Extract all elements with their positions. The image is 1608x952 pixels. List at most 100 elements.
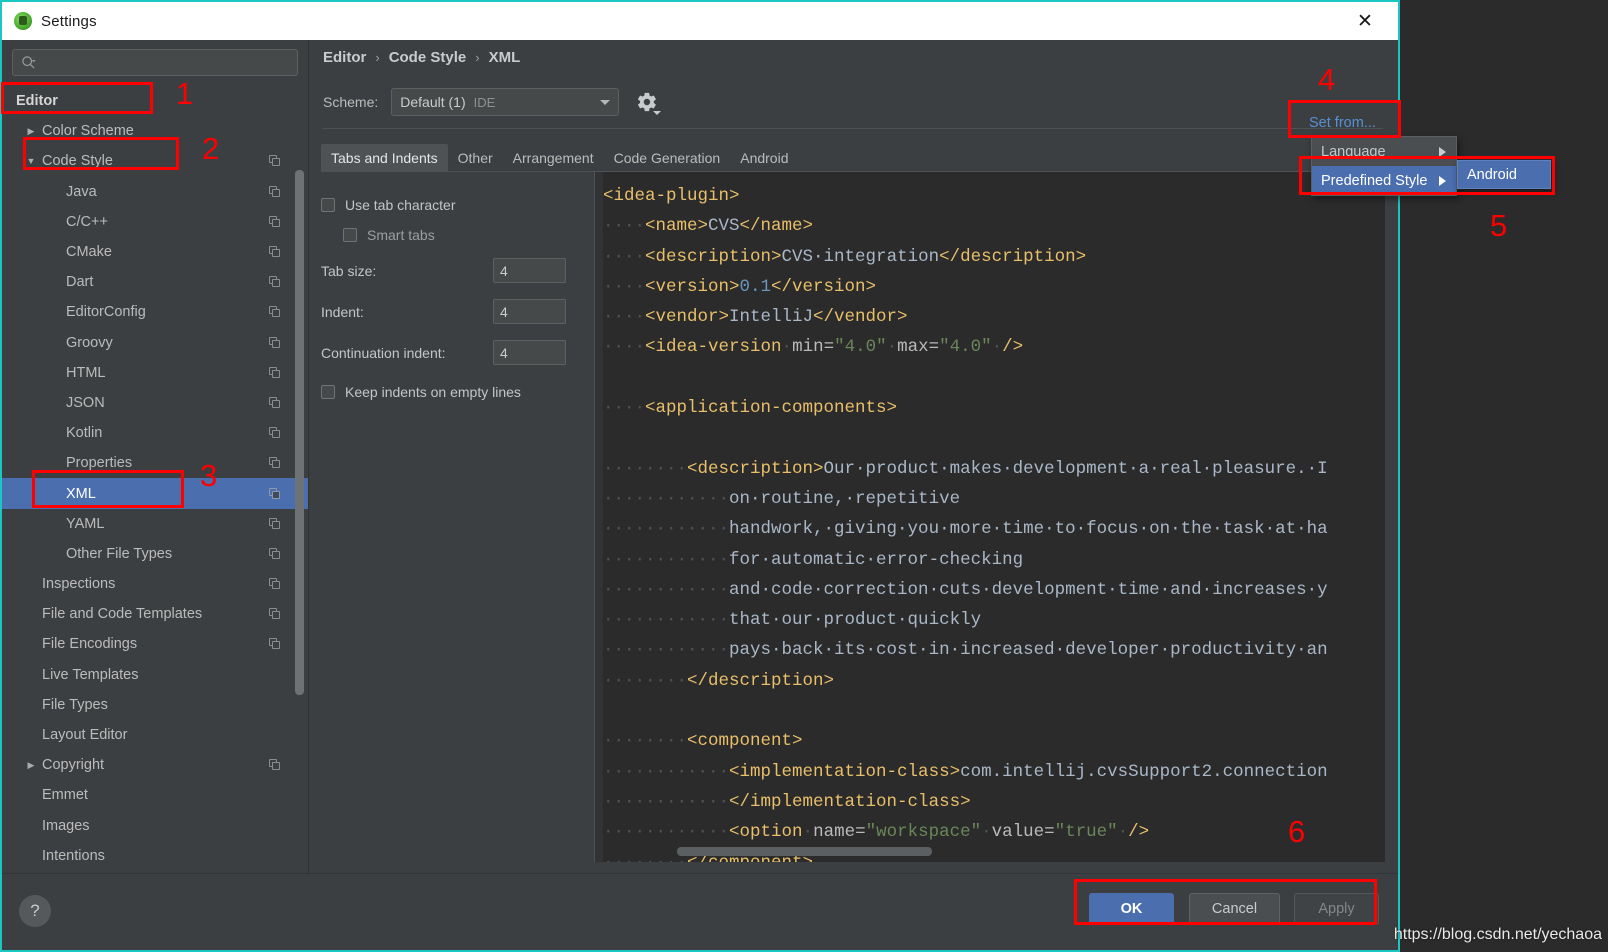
code-token: · bbox=[886, 337, 898, 358]
code-token: </vendor> bbox=[813, 307, 908, 328]
set-from-link[interactable]: Set from... bbox=[1303, 111, 1382, 135]
chevron-down-icon[interactable]: ▼ bbox=[24, 156, 38, 166]
sidebar-item-file-types[interactable]: File Types bbox=[2, 690, 308, 720]
sidebar-item-code-style[interactable]: ▼ Code Style bbox=[2, 146, 308, 176]
tab-arrangement[interactable]: Arrangement bbox=[503, 144, 604, 171]
sidebar-item-c-c[interactable]: C/C++ bbox=[2, 207, 308, 237]
copy-settings-icon[interactable] bbox=[269, 608, 282, 620]
tab-android[interactable]: Android bbox=[730, 144, 798, 171]
sidebar-item-layout-editor[interactable]: Layout Editor bbox=[2, 720, 308, 750]
copy-settings-icon[interactable] bbox=[269, 487, 282, 500]
chevron-right-icon[interactable]: ▶ bbox=[24, 126, 38, 137]
copy-settings-icon[interactable] bbox=[269, 427, 282, 439]
code-token: ···· bbox=[603, 276, 646, 297]
continuation-indent-input[interactable] bbox=[493, 340, 566, 365]
code-token: on·routine,·repetitive bbox=[729, 488, 961, 509]
android-studio-icon bbox=[14, 12, 32, 30]
tab-code-generation[interactable]: Code Generation bbox=[604, 144, 731, 171]
sidebar-item-label: XML bbox=[66, 485, 96, 502]
set-from-popup-menu: Language Predefined Style bbox=[1311, 136, 1457, 196]
cancel-button[interactable]: Cancel bbox=[1189, 893, 1280, 925]
sidebar-item-intentions[interactable]: Intentions bbox=[2, 841, 308, 871]
sidebar-item-file-encodings[interactable]: File Encodings bbox=[2, 629, 308, 659]
preview-horizontal-scrollbar[interactable] bbox=[677, 847, 932, 856]
sidebar-item-editor[interactable]: Editor bbox=[2, 86, 308, 116]
copy-settings-icon[interactable] bbox=[269, 366, 282, 379]
copy-settings-icon[interactable] bbox=[269, 396, 282, 409]
copy-settings-icon[interactable] bbox=[269, 457, 282, 469]
sidebar-item-images[interactable]: Images bbox=[2, 811, 308, 841]
copy-settings-icon[interactable] bbox=[269, 215, 282, 228]
indent-input[interactable] bbox=[493, 299, 566, 324]
scheme-select[interactable]: Default (1) IDE bbox=[391, 88, 620, 116]
sidebar-item-java[interactable]: Java bbox=[2, 177, 308, 207]
sidebar-item-cmake[interactable]: CMake bbox=[2, 237, 308, 267]
keep-indents-checkbox[interactable] bbox=[321, 385, 335, 399]
sidebar-item-dart[interactable]: Dart bbox=[2, 267, 308, 297]
search-input[interactable] bbox=[41, 55, 271, 70]
sidebar-item-other-file-types[interactable]: Other File Types bbox=[2, 539, 308, 569]
copy-settings-icon[interactable] bbox=[269, 246, 282, 258]
copy-settings-icon[interactable] bbox=[269, 155, 282, 167]
tab-tabs-and-indents[interactable]: Tabs and Indents bbox=[321, 144, 448, 171]
code-token: "true" bbox=[1054, 822, 1118, 843]
code-token: ···· bbox=[603, 398, 646, 419]
apply-button-label: Apply bbox=[1318, 901, 1355, 917]
copy-settings-icon[interactable] bbox=[269, 276, 282, 288]
tab-other[interactable]: Other bbox=[448, 144, 503, 171]
sidebar-item-label: Dart bbox=[66, 274, 94, 291]
use-tab-character-row[interactable]: Use tab character bbox=[321, 190, 586, 220]
sidebar-item-html[interactable]: HTML bbox=[2, 358, 308, 388]
sidebar-item-inspections[interactable]: Inspections bbox=[2, 569, 308, 599]
menu-item-label: Predefined Style bbox=[1321, 172, 1428, 189]
sidebar-item-properties[interactable]: Properties bbox=[2, 448, 308, 478]
code-line: ····<application-components> bbox=[603, 393, 1328, 423]
code-preview[interactable]: <idea-plugin> ····<name>CVS</name> ····<de… bbox=[594, 172, 1385, 862]
tab-size-label: Tab size: bbox=[321, 262, 377, 279]
sidebar-item-live-templates[interactable]: Live Templates bbox=[2, 660, 308, 690]
sidebar-item-label: Kotlin bbox=[66, 425, 103, 442]
sidebar-item-copyright[interactable]: ▶ Copyright bbox=[2, 750, 308, 780]
chevron-right-icon[interactable]: ▶ bbox=[24, 760, 38, 771]
sidebar-item-kotlin[interactable]: Kotlin bbox=[2, 418, 308, 448]
copy-settings-icon[interactable] bbox=[269, 517, 282, 530]
search-box[interactable] bbox=[12, 49, 298, 76]
smart-tabs-row[interactable]: Smart tabs bbox=[343, 220, 586, 250]
code-token: "4.0" bbox=[834, 337, 887, 358]
sidebar-item-editorconfig[interactable]: EditorConfig bbox=[2, 297, 308, 327]
smart-tabs-label: Smart tabs bbox=[367, 227, 435, 243]
sidebar-item-xml[interactable]: XML bbox=[2, 478, 308, 509]
copy-settings-icon[interactable] bbox=[269, 547, 282, 560]
gear-icon[interactable] bbox=[636, 91, 662, 115]
keep-indents-row[interactable]: Keep indents on empty lines bbox=[321, 377, 586, 407]
menu-item-language[interactable]: Language bbox=[1312, 137, 1456, 166]
copy-settings-icon[interactable] bbox=[269, 185, 282, 198]
sidebar-item-json[interactable]: JSON bbox=[2, 388, 308, 418]
sidebar-item-label: Editor bbox=[16, 93, 58, 110]
submenu-item-android[interactable]: Android bbox=[1458, 161, 1550, 188]
code-line: ············for·automatic·error-checking bbox=[603, 545, 1328, 575]
sidebar-item-file-and-code-templates[interactable]: File and Code Templates bbox=[2, 599, 308, 629]
sidebar-item-color-scheme[interactable]: ▶ Color Scheme bbox=[2, 116, 308, 146]
sidebar-scrollbar[interactable] bbox=[295, 170, 304, 695]
sidebar-item-yaml[interactable]: YAML bbox=[2, 509, 308, 539]
use-tab-character-checkbox[interactable] bbox=[321, 198, 335, 212]
preview-gutter bbox=[595, 172, 603, 862]
sidebar-item-groovy[interactable]: Groovy bbox=[2, 328, 308, 358]
sidebar-item-emmet[interactable]: Emmet bbox=[2, 780, 308, 810]
copy-settings-icon[interactable] bbox=[269, 578, 282, 590]
sidebar-item-label: Live Templates bbox=[42, 666, 139, 683]
code-token: ············ bbox=[603, 640, 730, 661]
help-icon[interactable]: ? bbox=[19, 895, 51, 927]
ok-button[interactable]: OK bbox=[1089, 893, 1174, 925]
copy-settings-icon[interactable] bbox=[269, 306, 282, 318]
menu-item-predefined-style[interactable]: Predefined Style bbox=[1312, 166, 1456, 195]
close-icon[interactable]: ✕ bbox=[1342, 2, 1388, 40]
smart-tabs-checkbox[interactable] bbox=[343, 228, 357, 242]
copy-settings-icon[interactable] bbox=[269, 638, 282, 650]
copy-settings-icon[interactable] bbox=[269, 759, 282, 771]
tab-size-input[interactable] bbox=[493, 258, 566, 283]
copy-settings-icon[interactable] bbox=[269, 336, 282, 349]
sidebar-item-label: HTML bbox=[66, 364, 106, 381]
